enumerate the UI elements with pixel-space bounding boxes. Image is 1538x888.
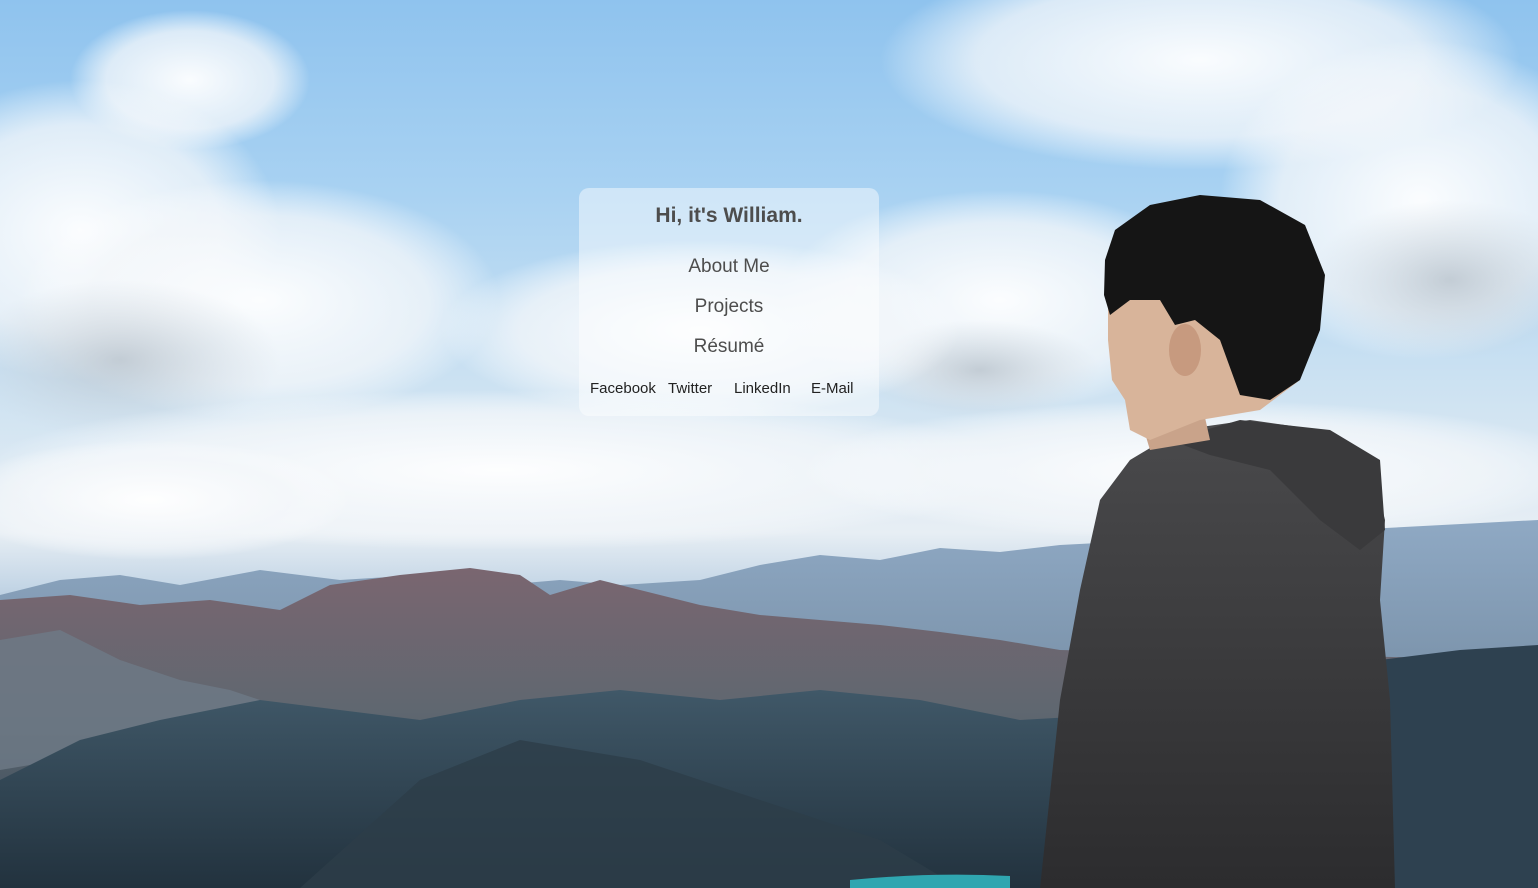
page-title: Hi, it's William. — [655, 204, 803, 227]
background-photo: Hi, it's William. About Me Projects Résu… — [0, 0, 1538, 888]
nav-resume-link[interactable]: Résumé — [579, 336, 879, 358]
email-link[interactable]: E-Mail — [811, 380, 854, 397]
nav-about-me-link[interactable]: About Me — [579, 256, 879, 278]
twitter-link[interactable]: Twitter — [668, 380, 712, 397]
nav-projects-link[interactable]: Projects — [579, 296, 879, 318]
intro-card: Hi, it's William. About Me Projects Résu… — [579, 188, 879, 416]
landscape-illustration — [0, 0, 1538, 888]
linkedin-link[interactable]: LinkedIn — [734, 380, 791, 397]
facebook-link[interactable]: Facebook — [590, 380, 656, 397]
